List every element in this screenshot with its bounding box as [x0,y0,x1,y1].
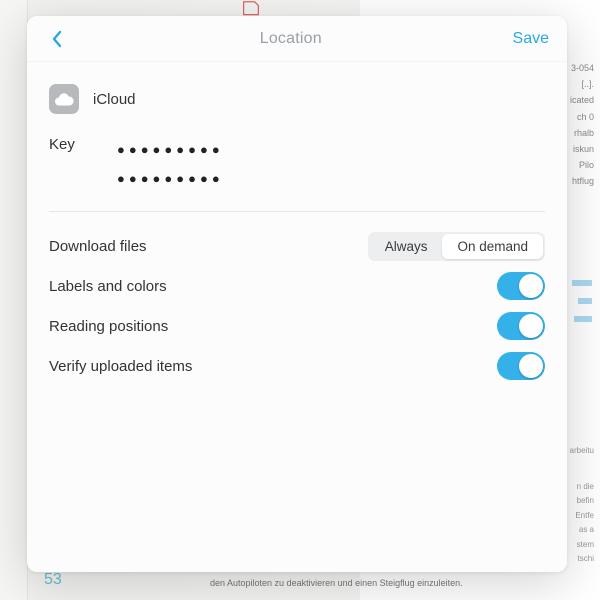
reading-positions-label: Reading positions [49,318,168,335]
bg-para: n die befin Entfe as a stem tschi [564,480,594,566]
labels-colors-label: Labels and colors [49,278,167,295]
location-modal: Location Save iCloud Key ●●●●●●●●● ●●●●●… [27,16,567,572]
toggle-knob [519,274,543,298]
bg-bar [574,316,592,322]
provider-row[interactable]: iCloud [49,84,545,114]
modal-header: Location Save [27,16,567,62]
bg-page-number: 53 [44,571,62,589]
reading-positions-toggle[interactable] [497,312,545,340]
key-field-1[interactable]: ●●●●●●●●● [117,136,224,165]
key-field-2[interactable]: ●●●●●●●●● [117,165,224,194]
segment-on-demand[interactable]: On demand [442,234,543,259]
provider-name: iCloud [93,91,136,108]
modal-title: Location [260,30,322,48]
bg-frag: Entfe [564,509,594,523]
verify-uploaded-label: Verify uploaded items [49,358,192,375]
labels-colors-row: Labels and colors [49,266,545,306]
back-button[interactable] [45,27,69,51]
bg-frag: tschi [564,552,594,566]
key-label: Key [49,136,79,153]
settings-section: Download files Always On demand Labels a… [27,212,567,386]
bg-frag: n die [564,480,594,494]
chevron-left-icon [51,30,63,48]
key-row: Key ●●●●●●●●● ●●●●●●●●● [49,136,545,193]
bg-caption: den Autopiloten zu deaktivieren und eine… [210,578,550,588]
bg-frag: befin [564,494,594,508]
key-values: ●●●●●●●●● ●●●●●●●●● [117,136,224,193]
download-segmented[interactable]: Always On demand [368,232,545,261]
bg-label: arbeitu [570,446,594,455]
reading-positions-row: Reading positions [49,306,545,346]
toggle-knob [519,314,543,338]
bg-bar [578,298,592,304]
labels-colors-toggle[interactable] [497,272,545,300]
bg-frag: stem [564,538,594,552]
save-button[interactable]: Save [513,30,549,48]
download-files-row: Download files Always On demand [49,226,545,266]
verify-uploaded-row: Verify uploaded items [49,346,545,386]
pdf-icon [240,0,262,16]
cloud-icon [49,84,79,114]
provider-section: iCloud Key ●●●●●●●●● ●●●●●●●●● [27,62,567,203]
bg-bar [572,280,592,286]
download-files-label: Download files [49,238,147,255]
bg-frag: as a [564,523,594,537]
toggle-knob [519,354,543,378]
segment-always[interactable]: Always [370,234,443,259]
bg-gutter [0,0,28,600]
verify-uploaded-toggle[interactable] [497,352,545,380]
